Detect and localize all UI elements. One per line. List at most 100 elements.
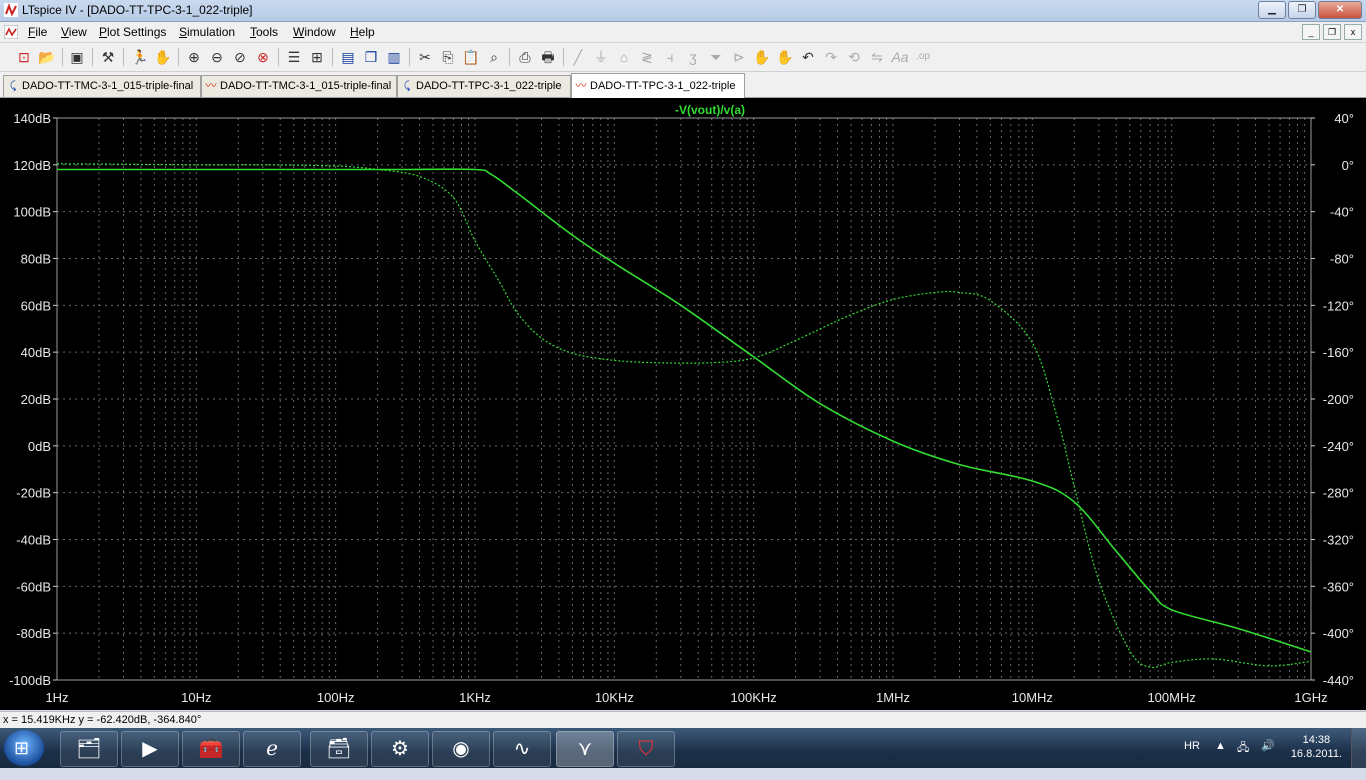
control-panel-icon[interactable]: ⚒ xyxy=(98,47,118,67)
inductor-icon[interactable]: ʒ xyxy=(683,47,703,67)
mdi-close-button[interactable]: x xyxy=(1344,24,1362,40)
y-left-tick-label: -40dB xyxy=(16,533,51,548)
wire-icon[interactable]: ╱ xyxy=(568,47,588,67)
waveform-icon: 〰 xyxy=(205,80,217,92)
show-desktop-button[interactable] xyxy=(1351,728,1366,768)
pdf-reader-icon[interactable]: ⛉ xyxy=(617,731,675,767)
ltspice-app-icon xyxy=(4,3,18,17)
volume-icon[interactable]: 🔊 xyxy=(1261,739,1275,779)
device-icon[interactable]: ⚙ xyxy=(371,731,429,767)
maximize-button[interactable]: ❐ xyxy=(1288,1,1316,19)
y-right-tick-label: 0° xyxy=(1342,158,1354,173)
print-icon[interactable]: 🖶 xyxy=(538,47,558,67)
y-right-tick-label: -280° xyxy=(1323,486,1354,501)
close-button[interactable]: ✕ xyxy=(1318,1,1362,19)
clock-date: 16.8.2011. xyxy=(1290,748,1342,760)
document-icon[interactable] xyxy=(4,25,18,39)
tray-expand-icon[interactable]: ▲ xyxy=(1215,740,1226,780)
antivirus-icon[interactable]: ◉ xyxy=(432,731,490,767)
move-icon[interactable]: ✋ xyxy=(752,47,772,67)
minimize-button[interactable]: ▁ xyxy=(1258,1,1286,19)
menu-view[interactable]: View xyxy=(61,25,87,39)
spice-directive-icon[interactable]: .op xyxy=(913,47,933,67)
find-icon[interactable]: ⌕ xyxy=(484,47,504,67)
component-icon[interactable]: ⊳ xyxy=(729,47,749,67)
tab-waveform-tmc[interactable]: 〰 DADO-TT-TMC-3-1_015-triple-final xyxy=(201,75,397,97)
waveform-plot[interactable]: 140dB 120dB 100dB 80dB 60dB 40dB 20dB 0dB -20dB -… xyxy=(0,98,1366,710)
y-right-tick-label: -320° xyxy=(1323,533,1354,548)
clock[interactable]: 14:38 16.8.2011. xyxy=(1291,733,1342,761)
oscilloscope-icon[interactable]: ∿ xyxy=(493,731,551,767)
run-icon[interactable]: 🏃 xyxy=(130,47,150,67)
cascade-icon[interactable]: ❐ xyxy=(361,47,381,67)
windows-logo-icon: ⊞ xyxy=(14,738,30,758)
network-icon[interactable]: 🖧 xyxy=(1237,739,1249,779)
redo-icon[interactable]: ↷ xyxy=(821,47,841,67)
new-schematic-icon[interactable]: ⊡ xyxy=(14,47,34,67)
tab-waveform-tpc[interactable]: 〰 DADO-TT-TPC-3-1_022-triple xyxy=(571,73,745,98)
menu-window[interactable]: Window xyxy=(293,25,336,39)
label-icon[interactable]: ⌂ xyxy=(614,47,634,67)
x-tick-label: 10KHz xyxy=(595,690,634,705)
y-right-tick-label: -40° xyxy=(1330,205,1354,220)
x-tick-label: 10Hz xyxy=(181,690,211,705)
mdi-minimize-button[interactable]: _ xyxy=(1302,24,1320,40)
autorange-icon[interactable]: ☰ xyxy=(284,47,304,67)
paste-icon[interactable]: 📋 xyxy=(461,47,481,67)
ground-icon[interactable]: ⏚ xyxy=(591,47,611,67)
internet-explorer-icon[interactable]: ℯ xyxy=(243,731,301,767)
language-indicator[interactable]: HR xyxy=(1184,740,1200,780)
taskbar: ⊞ 🗂 ▶ 🧰 ℯ 🗃 ⚙ ◉ ∿ ⋎ ⛉ HR ▲ 🖧 🔊 14:38 16.… xyxy=(0,728,1366,768)
y-left-tick-label: 120dB xyxy=(13,158,51,173)
diode-icon[interactable]: ⏷ xyxy=(706,47,726,67)
folder-tools-icon[interactable]: 🧰 xyxy=(182,731,240,767)
menu-plot-settings[interactable]: Plot Settings xyxy=(99,25,166,39)
y-left-tick-label: 80dB xyxy=(21,252,51,267)
y-right-tick-label: -120° xyxy=(1323,298,1354,313)
menu-simulation[interactable]: Simulation xyxy=(179,25,235,39)
zoom-in-icon[interactable]: ⊕ xyxy=(184,47,204,67)
drag-icon[interactable]: ✋ xyxy=(775,47,795,67)
open-icon[interactable]: 📂 xyxy=(37,47,57,67)
cursor-readout: x = 15.419KHz y = -62.420dB, -364.840° xyxy=(3,714,202,726)
start-button[interactable]: ⊞ xyxy=(4,730,44,766)
zoom-cancel-icon[interactable]: ⊗ xyxy=(253,47,273,67)
media-player-icon[interactable]: ▶ xyxy=(121,731,179,767)
x-tick-label: 1Hz xyxy=(45,690,68,705)
tile-horizontal-icon[interactable]: ▤ xyxy=(338,47,358,67)
mdi-restore-button[interactable]: ❐ xyxy=(1323,24,1341,40)
tile-vertical-icon[interactable]: ▥ xyxy=(384,47,404,67)
copy-icon[interactable]: ⎘ xyxy=(438,47,458,67)
zoom-out-icon[interactable]: ⊖ xyxy=(207,47,227,67)
x-tick-label: 1GHz xyxy=(1294,690,1327,705)
bode-plot[interactable]: 140dB 120dB 100dB 80dB 60dB 40dB 20dB 0dB -20dB -… xyxy=(0,98,1366,710)
save-icon[interactable]: ▣ xyxy=(67,47,87,67)
rotate-icon[interactable]: ⟲ xyxy=(844,47,864,67)
halt-icon[interactable]: ✋ xyxy=(153,47,173,67)
waveform-icon: 〰 xyxy=(575,80,587,92)
mark-icon[interactable]: ⊞ xyxy=(307,47,327,67)
text-icon[interactable]: Aa xyxy=(890,47,910,67)
y-right-tick-label: -440° xyxy=(1323,673,1354,688)
cut-icon[interactable]: ✂ xyxy=(415,47,435,67)
zoom-full-icon[interactable]: ⊘ xyxy=(230,47,250,67)
x-tick-label: 10MHz xyxy=(1012,690,1053,705)
tab-schematic-tpc[interactable]: ⤹ DADO-TT-TPC-3-1_022-triple xyxy=(397,75,571,97)
mirror-icon[interactable]: ⇋ xyxy=(867,47,887,67)
y-right-tick-label: -160° xyxy=(1323,345,1354,360)
y-left-tick-label: -20dB xyxy=(16,486,51,501)
file-manager-icon[interactable]: 🗃 xyxy=(310,731,368,767)
undo-icon[interactable]: ↶ xyxy=(798,47,818,67)
plot-title: -V(vout)/v(a) xyxy=(675,103,745,117)
menu-help[interactable]: Help xyxy=(350,25,375,39)
schematic-icon: ⤹ xyxy=(9,80,17,92)
menu-tools[interactable]: Tools xyxy=(250,25,278,39)
ltspice-icon[interactable]: ⋎ xyxy=(556,731,614,767)
print-preview-icon[interactable]: ⎙ xyxy=(515,47,535,67)
resistor-icon[interactable]: ≷ xyxy=(637,47,657,67)
tab-schematic-tmc[interactable]: ⤹ DADO-TT-TMC-3-1_015-triple-final xyxy=(3,75,201,97)
explorer-icon[interactable]: 🗂 xyxy=(60,731,118,767)
menu-file[interactable]: File xyxy=(28,25,47,39)
capacitor-icon[interactable]: ⫞ xyxy=(660,47,680,67)
y-left-tick-label: 0dB xyxy=(28,439,51,454)
